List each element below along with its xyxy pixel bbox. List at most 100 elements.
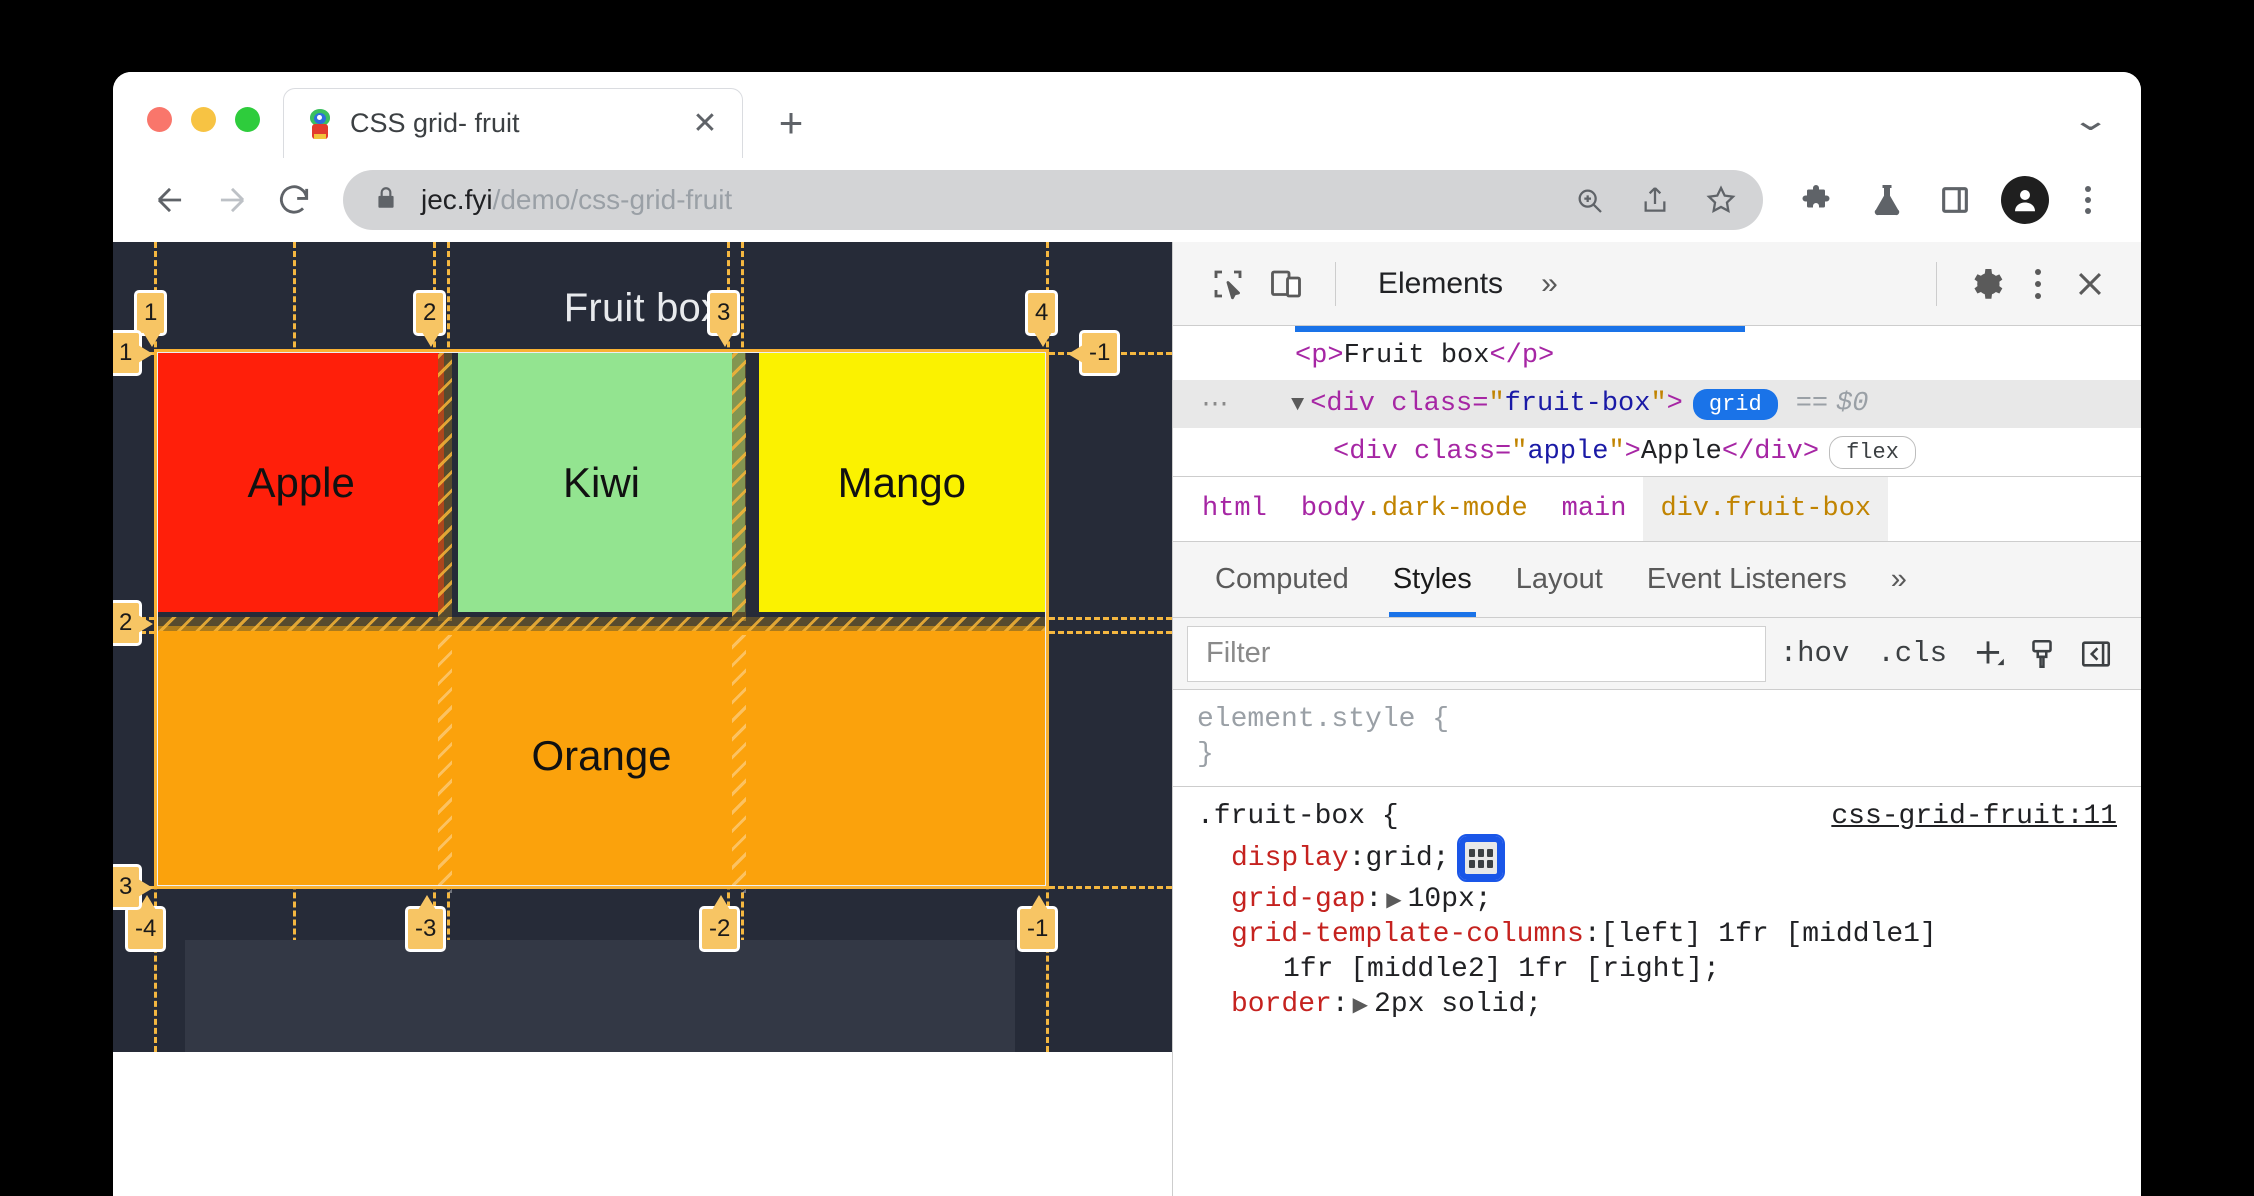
grid-line-badge-col-neg-2: -2 xyxy=(699,895,741,952)
toggle-sidebar-icon[interactable] xyxy=(2069,627,2123,681)
grid-badge-pill[interactable]: grid xyxy=(1692,388,1778,420)
fruit-box-selector[interactable]: .fruit-box { xyxy=(1197,801,1399,832)
inspect-element-icon[interactable] xyxy=(1199,255,1257,313)
apple-close-tag: </div> xyxy=(1721,437,1820,467)
css-rules-pane: element.style { } .fruit-box { css-grid-… xyxy=(1173,690,2141,1196)
window-controls xyxy=(113,107,260,158)
labs-flask-icon[interactable] xyxy=(1859,172,1915,228)
grid-line-badge-col-3: 3 xyxy=(707,290,741,347)
grid-cell-kiwi: Kiwi xyxy=(458,353,745,612)
dom-node-fruit-box[interactable]: ⋯ ▼ <div class= " fruit-box " > grid == $0 xyxy=(1173,380,2141,428)
border-expand-arrow-icon[interactable]: ▶ xyxy=(1353,992,1368,1018)
filter-input[interactable]: Filter xyxy=(1187,625,1766,682)
back-icon[interactable] xyxy=(139,169,201,231)
minimize-window-button[interactable] xyxy=(191,107,216,132)
fruit-box-rule-header: .fruit-box { css-grid-fruit:11 xyxy=(1173,799,2141,834)
border-property: border xyxy=(1231,989,1332,1020)
hov-toggle[interactable]: :hov xyxy=(1766,637,1864,670)
plus-new-style-rule-icon[interactable] xyxy=(1961,627,2015,681)
tab-computed[interactable]: Computed xyxy=(1193,542,1371,617)
lock-icon xyxy=(373,183,399,218)
zoom-in-icon[interactable] xyxy=(1563,174,1615,226)
dom-node-apple[interactable]: <div class= " apple " > Apple </div> flex xyxy=(1173,428,2141,476)
cls-toggle[interactable]: .cls xyxy=(1863,637,1961,670)
display-separator: : xyxy=(1348,842,1366,874)
close-icon[interactable] xyxy=(2061,255,2119,313)
share-icon[interactable] xyxy=(1629,174,1681,226)
url-text: jec.fyi/demo/css-grid-fruit xyxy=(421,184,1563,216)
breadcrumb-item-fruit-box[interactable]: div .fruit-box xyxy=(1643,477,1889,541)
grid-line-badge-row-2: 2 xyxy=(113,600,154,646)
declaration-grid-template-columns-wrap: 1fr [middle2] 1fr [right]; xyxy=(1173,952,2141,987)
dom-overflow-dots[interactable]: ⋯ xyxy=(1187,388,1245,421)
stylesheet-source-link[interactable]: css-grid-fruit:11 xyxy=(1831,801,2117,832)
declaration-display[interactable]: display: grid; xyxy=(1173,834,2141,882)
expand-triangle-icon[interactable]: ▼ xyxy=(1291,392,1304,417)
apple-tag-suffix: > xyxy=(1624,437,1641,467)
grid-gap-expand-arrow-icon[interactable]: ▶ xyxy=(1386,887,1401,913)
grid-cell-apple: Apple xyxy=(158,353,445,612)
apple-quote-open: " xyxy=(1511,437,1528,467)
tab-title: CSS grid- fruit xyxy=(350,108,520,138)
breadcrumb-item-html[interactable]: html xyxy=(1185,477,1284,541)
p-open-tag: <p> xyxy=(1295,341,1344,371)
tab-styles[interactable]: Styles xyxy=(1371,542,1494,617)
chevron-down-icon[interactable]: ⌄ xyxy=(2070,106,2110,136)
dom-equals: == xyxy=(1795,389,1829,419)
breadcrumb-item-main[interactable]: main xyxy=(1545,477,1644,541)
grid-line-badge-col-4: 4 xyxy=(1025,290,1059,347)
grid-line-badge-row-3: 3 xyxy=(113,864,154,910)
devtools-menu-icon[interactable] xyxy=(2015,268,2061,299)
breadcrumb-item-body[interactable]: body .dark-mode xyxy=(1284,477,1545,541)
declaration-grid-gap[interactable]: grid-gap: ▶ 10px; xyxy=(1173,882,2141,917)
omnibox-actions xyxy=(1563,174,1747,226)
element-style-close: } xyxy=(1197,739,1214,770)
maximize-window-button[interactable] xyxy=(235,107,260,132)
browser-menu-icon[interactable] xyxy=(2065,186,2111,214)
lower-section-box xyxy=(185,940,1015,1052)
gear-icon[interactable] xyxy=(1957,255,2015,313)
tab-strip: CSS grid- fruit ✕ + ⌄ xyxy=(113,72,2141,158)
dom-node-p[interactable]: <p> Fruit box </p> xyxy=(1173,332,2141,380)
element-style-selector[interactable]: element.style { xyxy=(1173,702,2141,737)
tab-event-listeners[interactable]: Event Listeners xyxy=(1625,542,1869,617)
devtools-panel: Elements » <p> Fruit box </p> ⋯ ▼ <div c… xyxy=(1172,242,2141,1196)
declaration-border[interactable]: border: ▶ 2px solid; xyxy=(1173,987,2141,1022)
device-toolbar-icon[interactable] xyxy=(1257,255,1315,313)
display-property: display xyxy=(1231,842,1349,874)
grid-template-columns-value-cont: 1fr [middle2] 1fr [right]; xyxy=(1283,954,1720,985)
reload-icon[interactable] xyxy=(263,169,325,231)
apple-tag-prefix: <div class= xyxy=(1333,437,1512,467)
styles-tabs-overflow-icon[interactable]: » xyxy=(1869,542,1929,617)
side-panel-icon[interactable] xyxy=(1927,172,1983,228)
close-tab-icon[interactable]: ✕ xyxy=(686,105,724,143)
display-value: grid; xyxy=(1365,842,1450,874)
border-value: 2px solid; xyxy=(1374,989,1543,1020)
page-viewport: Fruit box Apple Kiwi Mango Orange 1 2 3 … xyxy=(113,242,1172,1052)
extensions-puzzle-icon[interactable] xyxy=(1791,172,1847,228)
browser-tab[interactable]: CSS grid- fruit ✕ xyxy=(283,88,743,158)
grid-line-badge-row-1: 1 xyxy=(113,330,154,376)
paintbrush-icon[interactable] xyxy=(2015,627,2069,681)
penguin-favicon xyxy=(306,108,334,139)
close-window-button[interactable] xyxy=(147,107,172,132)
browser-toolbar: jec.fyi/demo/css-grid-fruit xyxy=(113,158,2141,242)
flex-badge-pill[interactable]: flex xyxy=(1829,435,1916,469)
profile-avatar-icon[interactable] xyxy=(2001,176,2049,224)
tab-elements[interactable]: Elements xyxy=(1356,267,1525,301)
grid-gap-property: grid-gap xyxy=(1231,884,1366,915)
grid-editor-badge[interactable] xyxy=(1457,834,1506,882)
address-bar[interactable]: jec.fyi/demo/css-grid-fruit xyxy=(343,170,1763,230)
new-tab-button[interactable]: + xyxy=(765,97,817,149)
forward-icon[interactable] xyxy=(201,169,263,231)
styles-tab-bar: Computed Styles Layout Event Listeners » xyxy=(1173,542,2141,618)
grid-gap-separator: : xyxy=(1365,884,1383,915)
panel-overflow-icon[interactable]: » xyxy=(1525,267,1574,301)
declaration-grid-template-columns[interactable]: grid-template-columns: [left] 1fr [middl… xyxy=(1173,917,2141,952)
bookmark-star-icon[interactable] xyxy=(1695,174,1747,226)
tab-layout[interactable]: Layout xyxy=(1494,542,1625,617)
grid-line-badge-col-neg-3: -3 xyxy=(405,895,447,952)
grid-line-badge-col-1: 1 xyxy=(134,290,168,347)
styles-filter-bar: Filter :hov .cls xyxy=(1173,618,2141,690)
dom-tree: <p> Fruit box </p> ⋯ ▼ <div class= " fruit-b… xyxy=(1173,326,2141,476)
